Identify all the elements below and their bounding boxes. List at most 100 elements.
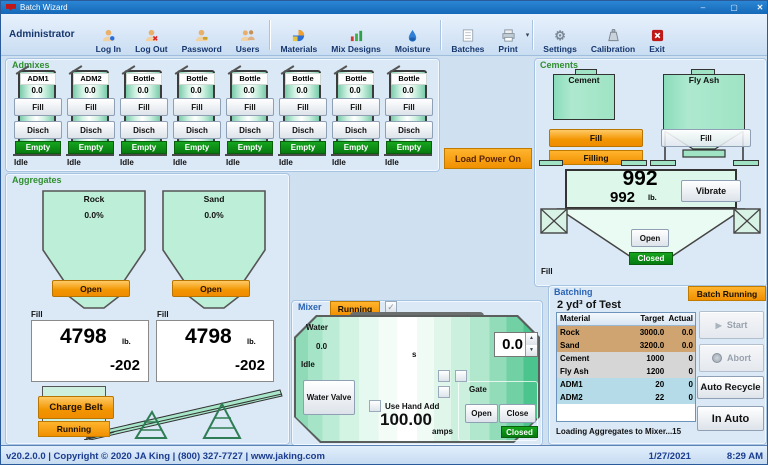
batch-wizard-window: Batch Wizard – ▢ ✕ Administrator Log In …	[0, 0, 768, 465]
cements-panel: Cements Cement Fly Ash Fill Fill Filling…	[534, 58, 767, 287]
admix-fill-button[interactable]: Fill	[120, 98, 168, 116]
minimize-button[interactable]: –	[694, 2, 712, 13]
support-bracket	[650, 160, 676, 166]
mixer-gate-close-button[interactable]: Close	[499, 404, 536, 423]
users-button[interactable]: Users	[229, 16, 267, 54]
batch-running-status: Batch Running	[688, 286, 766, 301]
printer-icon	[501, 28, 516, 44]
cement-gate-status: Closed	[629, 252, 673, 265]
admix-disch-button[interactable]: Disch	[120, 121, 168, 139]
auto-recycle-button[interactable]: Auto Recycle	[697, 376, 764, 399]
charge-belt-button[interactable]: Charge Belt	[38, 396, 114, 419]
settings-button[interactable]: ⚙ Settings	[536, 16, 584, 54]
admix-status: Idle	[385, 158, 399, 167]
admix-fill-button[interactable]: Fill	[226, 98, 274, 116]
admix-value: 0.0	[336, 86, 374, 95]
rock-open-button[interactable]: Open	[52, 280, 130, 297]
admix-value: 0.0	[389, 86, 427, 95]
moisture-button[interactable]: Moisture	[388, 16, 437, 54]
status-bar: v20.2.0.0 | Copyright © 2020 JA King | (…	[1, 445, 768, 465]
admix-status: Idle	[67, 158, 81, 167]
admix-empty-status: Empty	[174, 141, 220, 154]
table-row: Sand3200.00.0	[557, 339, 695, 352]
admix-disch-button[interactable]: Disch	[67, 121, 115, 139]
rock-fill-label: Fill	[31, 310, 43, 319]
admix-name: Bottle	[126, 73, 162, 85]
rock-remaining: -202	[110, 357, 140, 374]
status-time: 8:29 AM	[727, 451, 768, 462]
admix-value: 0.0	[18, 86, 56, 95]
admix-status: Idle	[120, 158, 134, 167]
maximize-button[interactable]: ▢	[725, 2, 743, 13]
table-row: ADM1200	[557, 378, 695, 391]
admix-disch-button[interactable]: Disch	[14, 121, 62, 139]
admix-fill-button[interactable]: Fill	[385, 98, 433, 116]
calibration-button[interactable]: Calibration	[584, 16, 642, 54]
vibrate-button[interactable]: Vibrate	[681, 180, 741, 202]
flyash-fill-button[interactable]: Fill	[661, 129, 751, 147]
exit-button[interactable]: Exit	[642, 16, 672, 54]
admix-disch-button[interactable]: Disch	[332, 121, 380, 139]
user-login-icon	[101, 28, 116, 44]
flyash-silo-label: Fly Ash	[663, 75, 745, 85]
start-button[interactable]: ▶ Start	[699, 311, 764, 339]
tank-base	[66, 154, 114, 156]
user-key-icon	[194, 28, 209, 44]
admix-status: Idle	[279, 158, 293, 167]
mixer-panel: Mixer Running ✓ Water 0.0 Idle Water Val…	[291, 300, 543, 446]
admix-disch-button[interactable]: Disch	[385, 121, 433, 139]
cement-fill-button[interactable]: Fill	[549, 129, 643, 147]
login-button[interactable]: Log In	[89, 16, 129, 54]
admix-unit-bottle: Bottle 0.0 Fill Disch Empty Idle	[119, 70, 169, 170]
admix-status: Idle	[226, 158, 240, 167]
close-button[interactable]: ✕	[751, 2, 768, 13]
spin-up-icon[interactable]: ▲	[526, 333, 537, 345]
in-auto-button[interactable]: In Auto	[697, 406, 764, 431]
admix-value: 0.0	[177, 86, 215, 95]
mixer-gate-open-button[interactable]: Open	[465, 404, 498, 423]
setpoint-value: 0.0	[495, 333, 525, 356]
admix-fill-button[interactable]: Fill	[279, 98, 327, 116]
mixer-checkbox-1[interactable]	[438, 370, 450, 382]
mix-designs-button[interactable]: Mix Designs	[324, 16, 388, 54]
window-title: Batch Wizard	[20, 3, 68, 12]
load-power-on-button[interactable]: Load Power On	[444, 148, 532, 169]
admix-fill-button[interactable]: Fill	[14, 98, 62, 116]
mixer-checkbox-3[interactable]	[438, 386, 450, 398]
admix-disch-button[interactable]: Disch	[226, 121, 274, 139]
table-row: Fly Ash12000	[557, 365, 695, 378]
admix-disch-button[interactable]: Disch	[279, 121, 327, 139]
abort-button[interactable]: Abort	[699, 344, 764, 372]
gear-icon: ⚙	[554, 28, 566, 44]
tank-base	[119, 154, 167, 156]
cement-gate-open-button[interactable]: Open	[631, 229, 669, 247]
cement-silo-label: Cement	[553, 75, 615, 85]
print-dropdown-icon[interactable]: ▾	[526, 31, 530, 39]
document-icon	[461, 28, 475, 44]
admix-status: Idle	[173, 158, 187, 167]
sand-fill-label: Fill	[157, 310, 169, 319]
admix-empty-status: Empty	[227, 141, 273, 154]
cements-title: Cements	[540, 60, 578, 70]
password-button[interactable]: Password	[175, 16, 229, 54]
print-button[interactable]: Print	[491, 16, 524, 54]
rock-weight: 4798	[60, 325, 107, 349]
admix-fill-button[interactable]: Fill	[67, 98, 115, 116]
cement-weight-secondary: 992	[610, 189, 635, 206]
mixer-checkbox-2[interactable]	[455, 370, 467, 382]
admix-disch-button[interactable]: Disch	[173, 121, 221, 139]
admix-value: 0.0	[230, 86, 268, 95]
water-valve-button[interactable]: Water Valve	[303, 380, 355, 415]
mixer-setpoint-spinner[interactable]: 0.0 ▲▼	[494, 332, 538, 357]
gate-label: Gate	[469, 385, 487, 394]
materials-button[interactable]: Materials	[273, 16, 324, 54]
admix-unit-bottle: Bottle 0.0 Fill Disch Empty Idle	[172, 70, 222, 170]
rock-weight-display: 4798 lb. -202	[31, 320, 149, 382]
exit-icon	[651, 28, 664, 44]
admix-fill-button[interactable]: Fill	[173, 98, 221, 116]
logout-button[interactable]: Log Out	[128, 16, 175, 54]
admix-fill-button[interactable]: Fill	[332, 98, 380, 116]
batches-button[interactable]: Batches	[444, 16, 491, 54]
sand-open-button[interactable]: Open	[172, 280, 250, 297]
spin-down-icon[interactable]: ▼	[526, 345, 537, 357]
